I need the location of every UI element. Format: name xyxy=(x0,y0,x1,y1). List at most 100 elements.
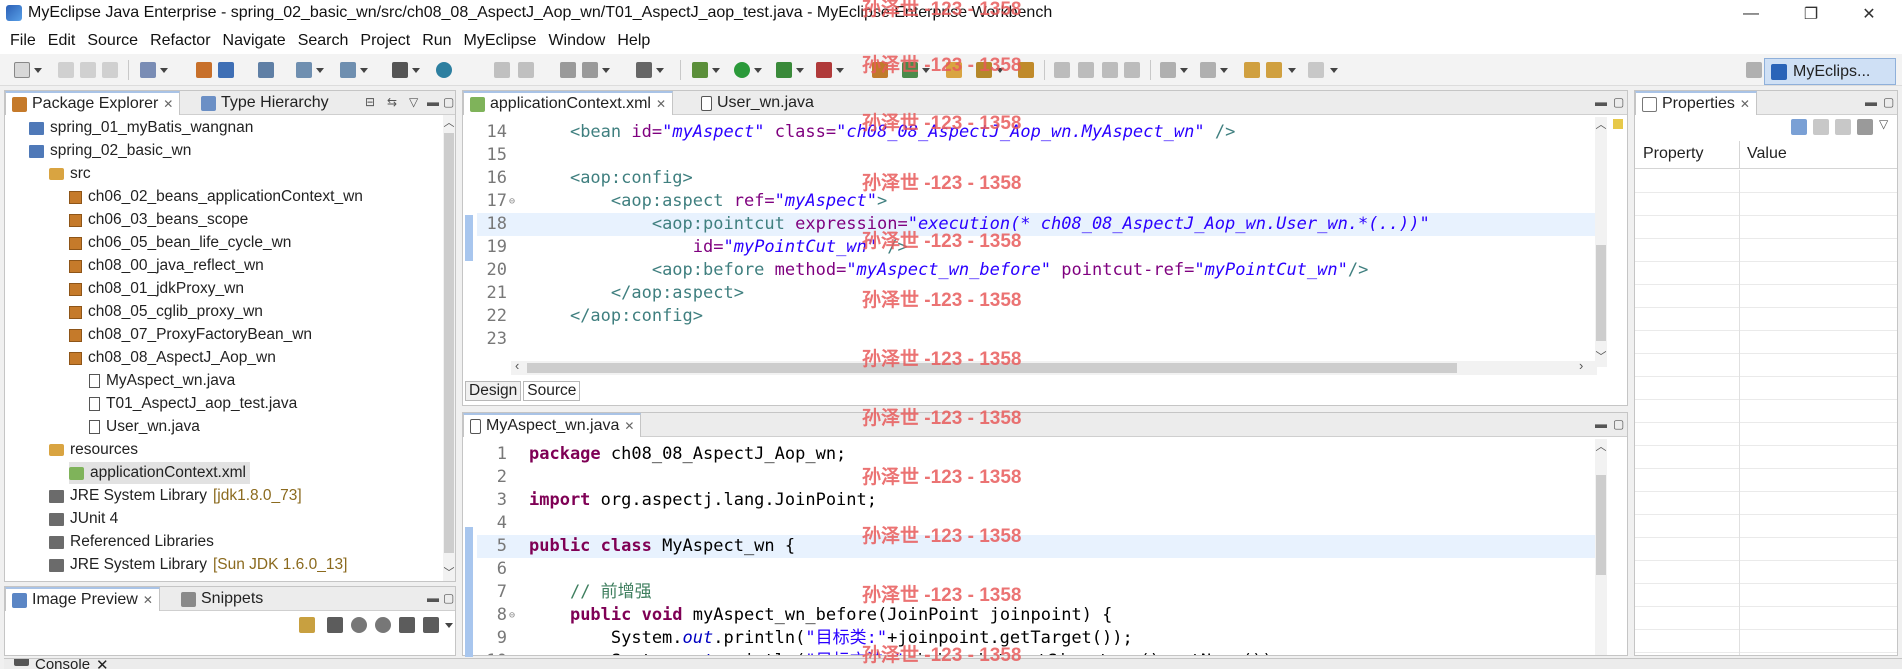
menu-help[interactable]: Help xyxy=(617,32,650,50)
scrollbar-thumb[interactable] xyxy=(444,133,454,553)
menu-search[interactable]: Search xyxy=(298,32,349,50)
console-dropdown-icon[interactable] xyxy=(656,68,664,73)
menu-refactor[interactable]: Refactor xyxy=(150,32,210,50)
maximize-view-icon[interactable]: ▢ xyxy=(1883,95,1894,109)
show-whitespace-icon[interactable] xyxy=(1124,62,1140,78)
last-edit-location-icon[interactable] xyxy=(1244,62,1260,78)
view-menu-icon[interactable]: ▽ xyxy=(409,95,418,109)
back-icon[interactable] xyxy=(1266,62,1282,78)
maximize-view-icon[interactable]: ▢ xyxy=(443,95,454,109)
code-line[interactable]: 23 xyxy=(477,328,1601,351)
tree-item-package[interactable]: ch08_07_ProxyFactoryBean_wn xyxy=(69,324,312,346)
column-property[interactable]: Property xyxy=(1643,145,1703,163)
minimize-view-icon[interactable]: ▬ xyxy=(1865,95,1877,109)
search-tool-dropdown-icon[interactable] xyxy=(996,68,1004,73)
tree-item-project[interactable]: spring_01_myBatis_wangnan xyxy=(29,117,253,139)
server-icon[interactable] xyxy=(140,62,156,78)
back-dropdown-icon[interactable] xyxy=(1288,68,1296,73)
code-line[interactable]: 6 xyxy=(477,558,1601,581)
toggle-mark-icon[interactable] xyxy=(1054,62,1070,78)
coverage-dropdown-icon[interactable] xyxy=(922,68,930,73)
search-tool-icon[interactable] xyxy=(976,62,992,78)
code-line[interactable]: 16 <aop:config> xyxy=(477,167,1601,190)
scroll-left-icon[interactable]: ‹ xyxy=(515,358,519,373)
show-advanced-icon[interactable] xyxy=(1813,119,1829,135)
scroll-down-icon[interactable]: ﹀ xyxy=(443,567,455,579)
close-tab-icon[interactable]: ✕ xyxy=(96,659,109,669)
new-class-icon[interactable] xyxy=(582,62,598,78)
external-tools-icon[interactable] xyxy=(816,62,832,78)
minimize-view-icon[interactable]: ▬ xyxy=(427,591,439,605)
code-line[interactable]: 4 xyxy=(477,512,1601,535)
menu-file[interactable]: File xyxy=(10,32,36,50)
zoom-out-icon[interactable] xyxy=(351,617,367,633)
close-tab-icon[interactable]: ✕ xyxy=(656,97,666,111)
tree-item-java-file[interactable]: MyAspect_wn.java xyxy=(89,370,235,392)
next-annotation-dropdown-icon[interactable] xyxy=(1180,68,1188,73)
tree-item-xml-file-selected[interactable]: applicationContext.xml xyxy=(69,462,250,484)
properties-menu-icon[interactable]: ▽ xyxy=(1879,117,1888,131)
tree-item-package[interactable]: ch08_08_AspectJ_Aop_wn xyxy=(69,347,276,369)
code-line[interactable]: 5 public class MyAspect_wn { xyxy=(477,535,1601,558)
tree-item-package[interactable]: ch06_03_beans_scope xyxy=(69,209,248,231)
myeclipse-perspective-button[interactable]: MyEclips... xyxy=(1764,58,1896,85)
code-line[interactable]: 3 import org.aspectj.lang.JoinPoint; xyxy=(477,489,1601,512)
pin-view-icon[interactable] xyxy=(1857,119,1873,135)
debug-server-dropdown-icon[interactable] xyxy=(316,68,324,73)
open-folder-icon[interactable] xyxy=(946,62,962,78)
code-line[interactable]: 15 xyxy=(477,144,1601,167)
fit-width-icon[interactable] xyxy=(423,617,439,633)
scroll-up-icon[interactable]: ︿ xyxy=(443,117,455,129)
close-tab-icon[interactable]: ✕ xyxy=(163,97,173,111)
external-tools-dropdown-icon[interactable] xyxy=(836,68,844,73)
web-browser-icon[interactable] xyxy=(436,62,452,78)
scrollbar-thumb[interactable] xyxy=(1596,475,1606,575)
column-value[interactable]: Value xyxy=(1747,145,1787,163)
menu-navigate[interactable]: Navigate xyxy=(223,32,286,50)
run-icon[interactable] xyxy=(734,62,750,78)
server-dropdown-icon[interactable] xyxy=(160,68,168,73)
tree-item-project[interactable]: spring_02_basic_wn xyxy=(29,140,191,162)
code-line[interactable]: 14 <bean id="myAspect" class="ch08_08_As… xyxy=(477,121,1601,144)
debug-dropdown-icon[interactable] xyxy=(712,68,720,73)
fold-toggle-icon[interactable]: ⊖ xyxy=(509,190,515,213)
hscrollbar-thumb[interactable] xyxy=(527,363,1457,373)
save-icon[interactable] xyxy=(58,62,74,78)
menu-project[interactable]: Project xyxy=(360,32,410,50)
code-line[interactable]: 21 </aop:aspect> xyxy=(477,282,1601,305)
next-annotation-icon[interactable] xyxy=(1160,62,1176,78)
tree-item-library[interactable]: JRE System Library [jdk1.8.0_73] xyxy=(49,485,302,507)
tree-item-folder[interactable]: src xyxy=(49,163,91,185)
close-tab-icon[interactable]: ✕ xyxy=(624,419,634,433)
scroll-up-icon[interactable]: ︿ xyxy=(1595,119,1607,131)
code-line[interactable]: 2 xyxy=(477,466,1601,489)
xml-editor-hscrollbar[interactable]: ‹ › xyxy=(511,358,1597,375)
tree-item-folder[interactable]: resources xyxy=(49,439,138,461)
open-perspective-icon[interactable] xyxy=(1746,62,1762,78)
run-last-tool-dropdown-icon[interactable] xyxy=(796,68,804,73)
menu-myeclipse[interactable]: MyEclipse xyxy=(464,32,537,50)
fit-image-icon[interactable] xyxy=(327,617,343,633)
tree-item-java-file[interactable]: User_wn.java xyxy=(89,416,200,438)
debug-icon[interactable] xyxy=(692,62,708,78)
open-task-icon[interactable] xyxy=(1018,62,1034,78)
tree-item-library[interactable]: Referenced Libraries xyxy=(49,531,214,553)
build-dropdown-icon[interactable] xyxy=(412,68,420,73)
collapse-all-icon[interactable]: ⊟ xyxy=(365,95,375,109)
code-line[interactable]: 10 System.out.println("目标方法:"+joinpoint.… xyxy=(477,650,1601,655)
maximize-view-icon[interactable]: ▢ xyxy=(1613,95,1624,109)
deploy-icon[interactable] xyxy=(258,62,274,78)
column-divider[interactable] xyxy=(1739,141,1740,169)
back-nav-icon[interactable] xyxy=(494,62,510,78)
tree-item-package[interactable]: ch08_05_cglib_proxy_wn xyxy=(69,301,263,323)
code-line[interactable]: 18 <aop:pointcut expression="execution(*… xyxy=(477,213,1601,236)
menu-window[interactable]: Window xyxy=(548,32,605,50)
new-class-dropdown-icon[interactable] xyxy=(602,68,610,73)
tab-user-wn-java[interactable]: User_wn.java xyxy=(695,91,820,115)
restore-button[interactable]: ❐ xyxy=(1788,0,1834,28)
toggle-whitespace-icon[interactable] xyxy=(1078,62,1094,78)
run-server-icon[interactable] xyxy=(340,62,356,78)
image-view-menu-icon[interactable] xyxy=(445,623,453,628)
tree-item-java-file[interactable]: T01_AspectJ_aop_test.java xyxy=(89,393,297,415)
xml-editor-scrollbar[interactable]: ︿ ﹀ xyxy=(1595,117,1607,367)
